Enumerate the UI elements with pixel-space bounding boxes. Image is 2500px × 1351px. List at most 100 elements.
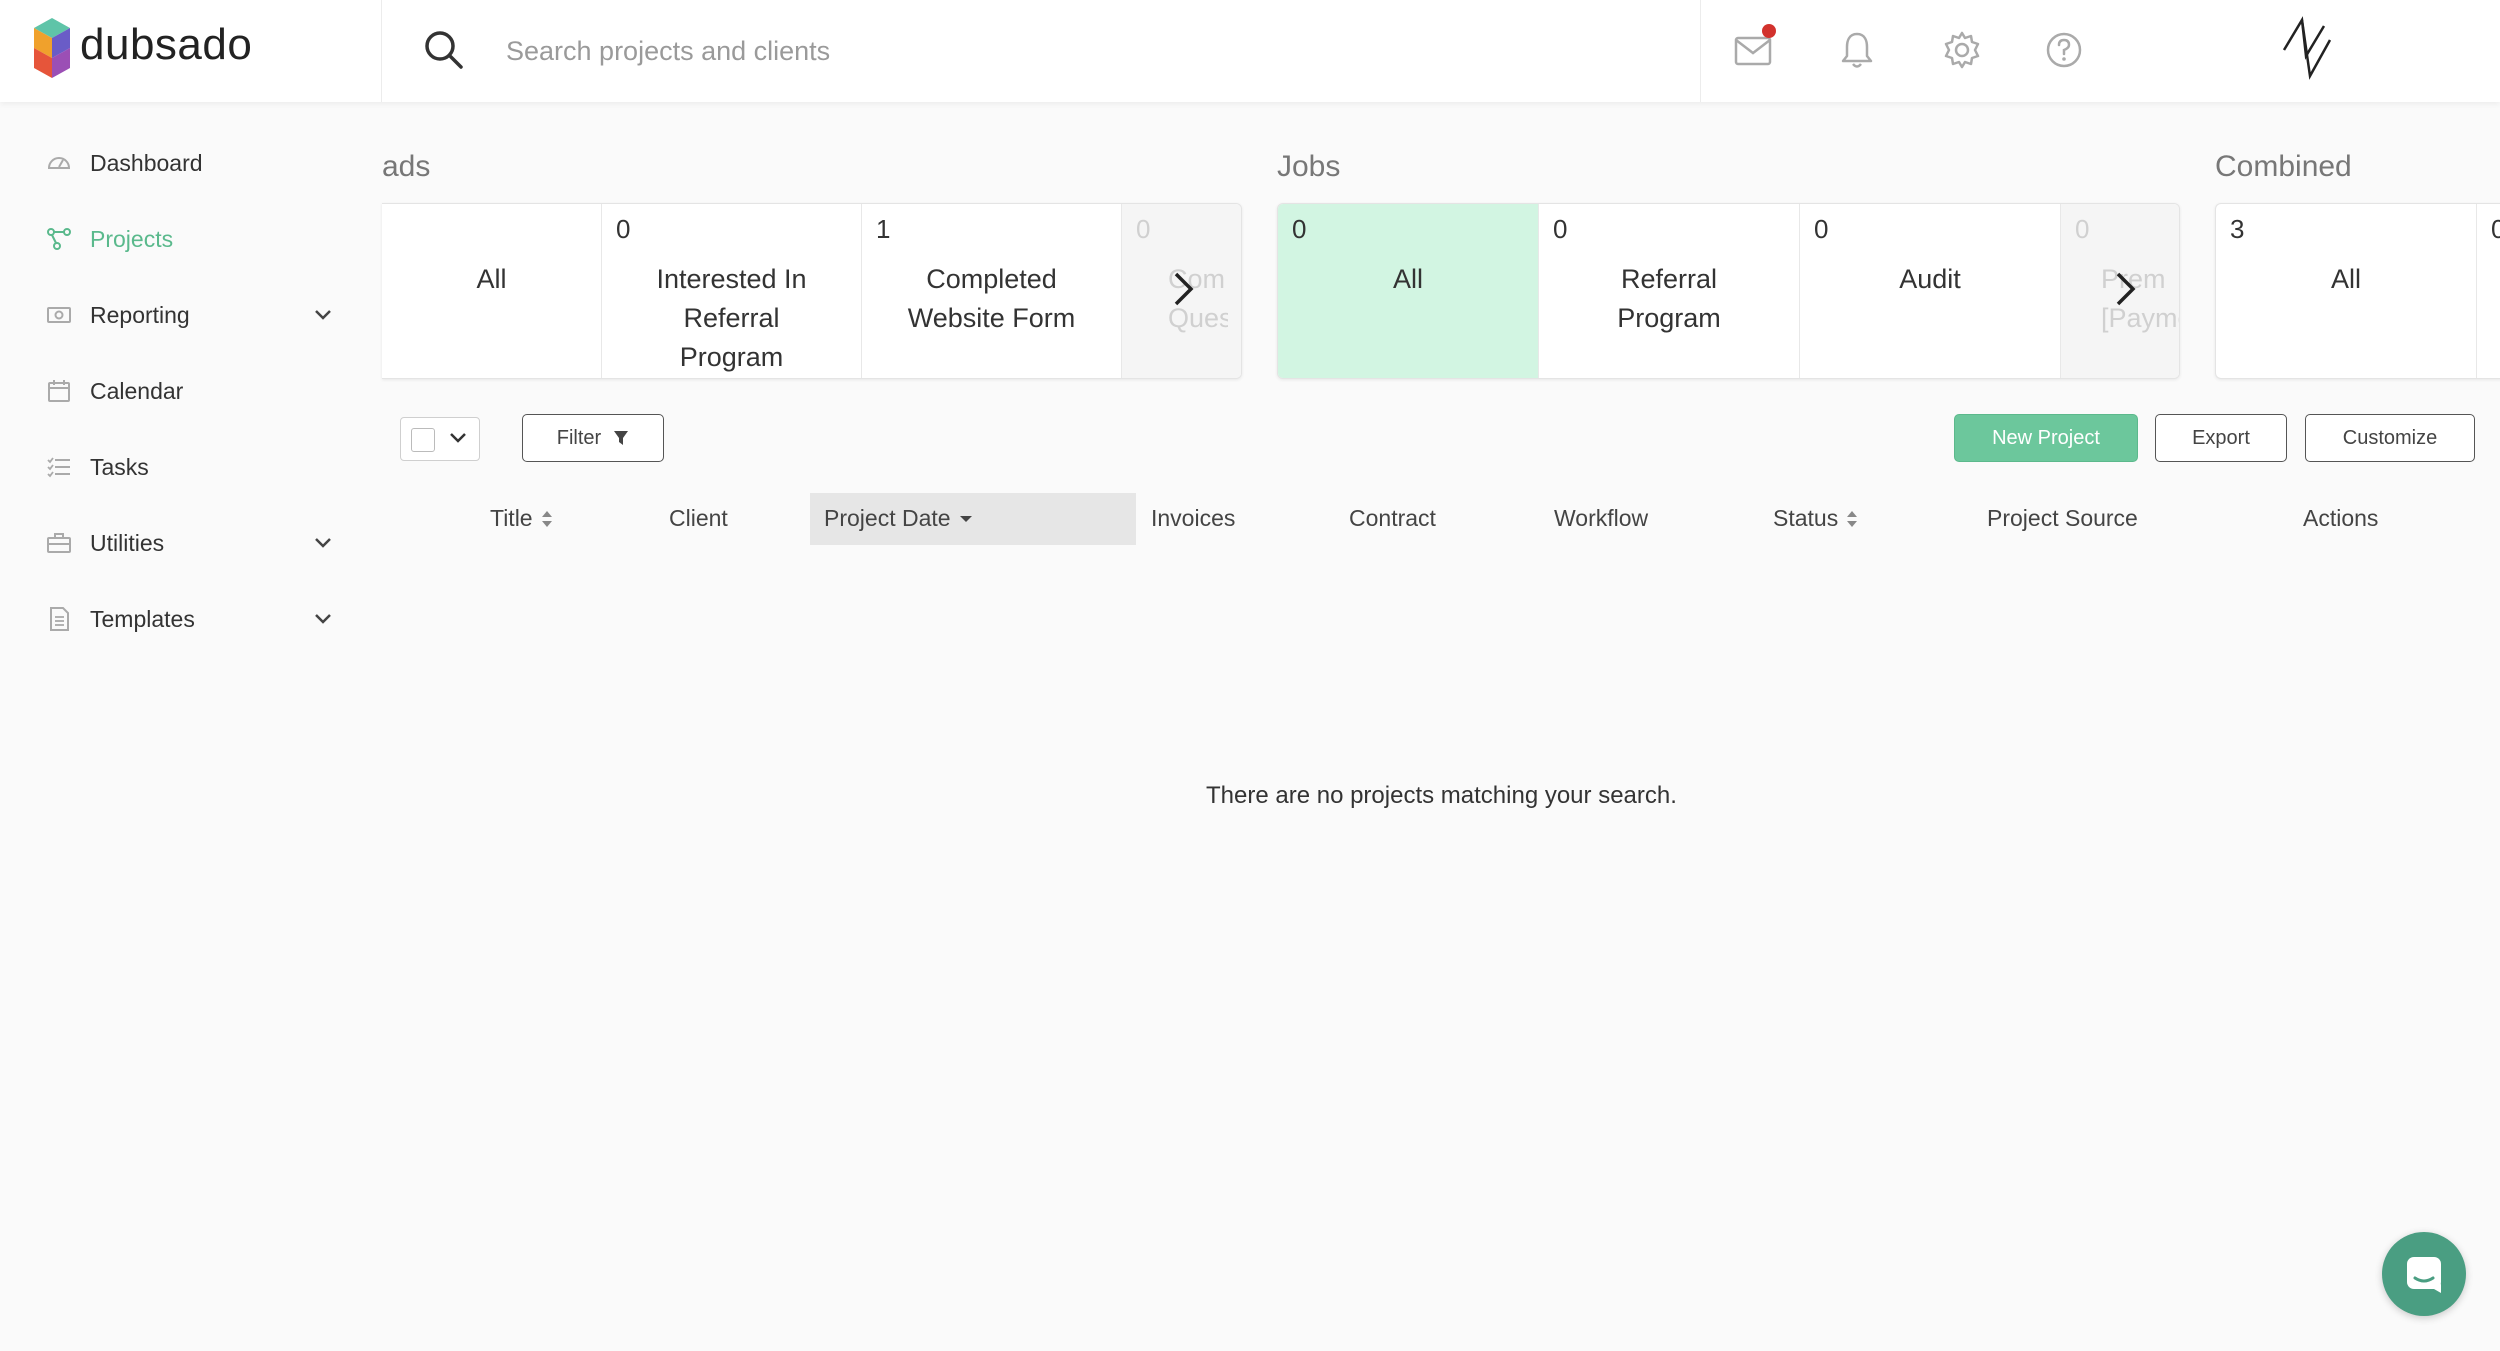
utilities-icon <box>47 533 71 553</box>
leads-panel: All 0 Interested In Referral Program 1 C… <box>382 203 1242 379</box>
calendar-icon <box>48 380 70 402</box>
tasks-icon <box>47 457 70 478</box>
projects-icon <box>47 228 71 250</box>
card-label: Completed Website Form <box>907 264 1076 333</box>
filter-button-label: Filter <box>556 426 602 449</box>
help-icon[interactable] <box>2044 30 2084 70</box>
mail-notification-dot <box>1762 24 1776 38</box>
column-header-workflow[interactable]: Workflow <box>1554 505 1648 532</box>
card-label: Audit <box>1899 264 1961 294</box>
chevron-down-icon <box>315 538 331 548</box>
column-header-status[interactable]: Status <box>1773 505 1858 532</box>
column-header-label: Invoices <box>1151 505 1236 531</box>
export-button[interactable]: Export <box>2155 414 2287 462</box>
card-label: Referral Program <box>1617 264 1721 333</box>
avatar[interactable] <box>2280 16 2336 82</box>
jobs-card-referral-program[interactable]: 0 Referral Program <box>1539 204 1800 378</box>
empty-state-message: There are no projects matching your sear… <box>1206 782 1677 809</box>
jobs-card-audit[interactable]: 0 Audit <box>1800 204 2061 378</box>
column-header-label: Workflow <box>1554 505 1649 531</box>
filter-button[interactable]: Filter <box>522 414 664 462</box>
dashboard-icon <box>47 157 71 169</box>
column-header-client[interactable]: Client <box>669 505 728 532</box>
sidebar-item-templates[interactable]: Templates <box>0 589 382 649</box>
column-header-title[interactable]: Title <box>490 505 553 532</box>
column-header-project-date[interactable]: Project Date <box>824 505 973 532</box>
card-count: 1 <box>876 214 891 244</box>
sidebar-item-label: Tasks <box>90 453 149 480</box>
card-count: 0 <box>2075 214 2090 244</box>
chevron-down-icon <box>315 310 331 320</box>
logo-area[interactable]: dubsado <box>0 0 382 102</box>
chevron-right-icon[interactable] <box>2114 270 2138 308</box>
sidebar-item-label: Utilities <box>90 529 165 556</box>
card-label: Prem [Payme <box>2101 264 2179 333</box>
sidebar-item-label: Calendar <box>90 377 184 404</box>
sidebar-item-label: Reporting <box>90 301 190 328</box>
jobs-section-title: Jobs <box>1277 150 1341 183</box>
sidebar-item-tasks[interactable]: Tasks <box>0 437 382 497</box>
column-header-label: Contract <box>1349 505 1436 531</box>
gear-icon[interactable] <box>1942 30 1982 70</box>
card-count: 0 <box>616 214 631 244</box>
leads-section-title: ads <box>382 150 431 183</box>
sidebar-item-dashboard[interactable]: Dashboard <box>0 133 382 193</box>
card-label: Interested In Referral Program <box>656 264 807 372</box>
combined-card-partial[interactable]: 0 <box>2477 204 2500 378</box>
combined-panel: 3 All 0 <box>2215 203 2500 379</box>
templates-icon <box>50 607 69 631</box>
card-count: 0 <box>1292 214 1307 244</box>
card-label: All <box>476 264 507 294</box>
card-count: 0 <box>2491 214 2500 245</box>
leads-card-interested-referral[interactable]: 0 Interested In Referral Program <box>602 204 862 378</box>
column-header-label: Project Date <box>824 505 951 531</box>
card-count: 0 <box>1136 214 1151 244</box>
sort-icon <box>541 510 552 527</box>
sort-desc-icon <box>959 515 972 522</box>
sidebar-item-projects[interactable]: Projects <box>0 209 382 269</box>
filter-icon <box>614 431 629 445</box>
column-header-label: Project Source <box>1987 505 2138 531</box>
chat-launcher-button[interactable] <box>2382 1232 2466 1316</box>
dubsado-logo-icon <box>34 18 70 78</box>
combined-card-all[interactable]: 3 All <box>2216 204 2477 378</box>
jobs-card-all[interactable]: 0 All <box>1278 204 1539 378</box>
sidebar-item-label: Templates <box>90 605 195 632</box>
card-label: All <box>2330 264 2361 294</box>
customize-button[interactable]: Customize <box>2305 414 2475 462</box>
column-header-project-source[interactable]: Project Source <box>1987 505 2138 532</box>
chevron-down-icon <box>450 433 466 443</box>
column-header-actions: Actions <box>2303 505 2378 532</box>
card-label: All <box>1392 264 1423 294</box>
new-project-button[interactable]: New Project <box>1954 414 2138 462</box>
select-all-checkbox[interactable] <box>411 428 435 452</box>
sidebar-item-utilities[interactable]: Utilities <box>0 513 382 573</box>
top-divider <box>1700 0 1701 102</box>
sidebar: Dashboard Projects Reporting Calendar Ta… <box>0 102 382 1351</box>
sidebar-item-label: Projects <box>90 225 174 252</box>
sort-icon <box>1847 510 1858 527</box>
column-header-label: Status <box>1773 505 1839 531</box>
sidebar-item-calendar[interactable]: Calendar <box>0 361 382 421</box>
bell-icon[interactable] <box>1840 30 1874 70</box>
card-count: 0 <box>1553 214 1568 244</box>
leads-card-completed-website-form[interactable]: 1 Completed Website Form <box>862 204 1122 378</box>
search-icon[interactable] <box>422 28 466 72</box>
column-header-label: Client <box>669 505 728 531</box>
app-name: dubsado <box>80 20 253 69</box>
column-header-contract[interactable]: Contract <box>1349 505 1436 532</box>
top-bar: dubsado <box>0 0 2500 102</box>
card-count: 0 <box>1814 214 1829 244</box>
column-header-label: Actions <box>2303 505 2379 531</box>
sidebar-item-reporting[interactable]: Reporting <box>0 285 382 345</box>
chevron-down-icon <box>315 614 331 624</box>
sidebar-item-label: Dashboard <box>90 149 203 176</box>
column-header-invoices[interactable]: Invoices <box>1151 505 1235 532</box>
chevron-right-icon[interactable] <box>1172 270 1196 308</box>
search-input[interactable] <box>506 26 1656 76</box>
jobs-panel: 0 All 0 Referral Program 0 Audit 0 Prem … <box>1277 203 2180 379</box>
bulk-select-dropdown[interactable] <box>400 417 480 461</box>
combined-section-title: Combined <box>2215 150 2352 183</box>
card-count: 3 <box>2230 214 2245 244</box>
leads-card-all[interactable]: All <box>382 204 602 378</box>
